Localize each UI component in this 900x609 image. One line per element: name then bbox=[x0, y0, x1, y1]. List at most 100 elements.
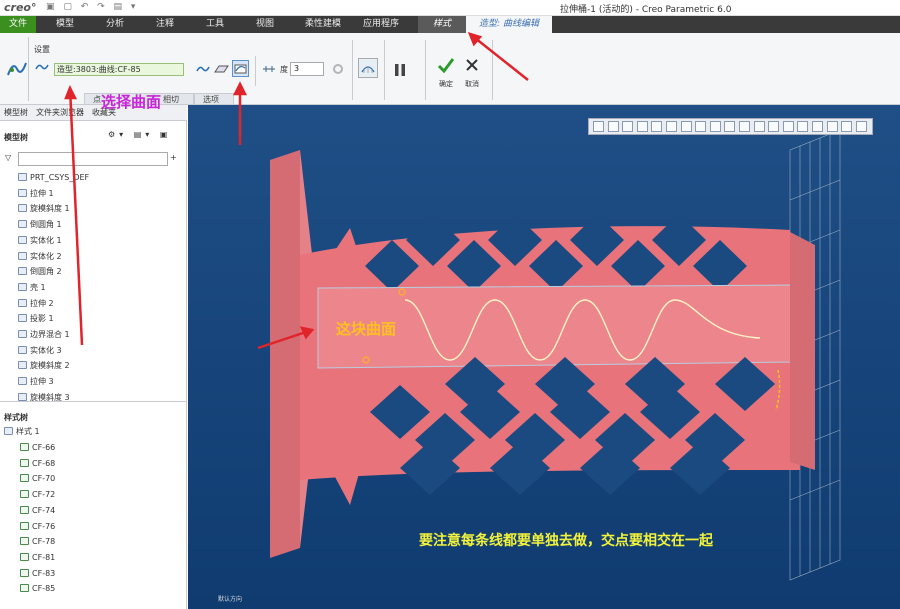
style-tree-item[interactable]: CF-83 bbox=[0, 567, 186, 581]
model-tree-item[interactable]: 倒圆角 2 bbox=[0, 265, 186, 279]
feature-icon bbox=[18, 251, 27, 260]
tree-tools-icon[interactable]: ⚙▾ ▤▾ ▣ bbox=[108, 130, 171, 139]
model-tree-item-label: 倒圆角 2 bbox=[30, 267, 62, 277]
feature-icon bbox=[18, 204, 27, 213]
style-tree-item[interactable]: CF-81 bbox=[0, 551, 186, 565]
left-flange bbox=[270, 150, 300, 558]
feature-icon bbox=[18, 361, 27, 370]
view-tool-icon[interactable] bbox=[812, 121, 823, 132]
model-tree-item[interactable]: 旋模斜度 2 bbox=[0, 359, 186, 373]
tab-analysis[interactable]: 分析 bbox=[96, 16, 134, 33]
feature-icon bbox=[18, 330, 27, 338]
tab-view[interactable]: 视图 bbox=[246, 16, 284, 33]
view-tool-icon[interactable] bbox=[622, 121, 634, 132]
tab-file[interactable]: 文件 bbox=[0, 16, 36, 33]
model-tree-item[interactable]: 倒圆角 1 bbox=[0, 218, 186, 232]
tree-filter-input[interactable] bbox=[18, 152, 168, 166]
curve-icon bbox=[20, 568, 29, 577]
model-tree-item-label: 实体化 2 bbox=[30, 251, 62, 261]
model-tree-item[interactable]: 旋模斜度 3 bbox=[0, 391, 186, 405]
model-tree-item[interactable]: 实体化 2 bbox=[0, 250, 186, 264]
style-tree-item[interactable]: CF-72 bbox=[0, 488, 186, 502]
tab-style[interactable]: 样式 bbox=[418, 16, 466, 33]
style-tree-item-label: CF-74 bbox=[32, 505, 56, 515]
style-tree-item[interactable]: CF-74 bbox=[0, 504, 186, 518]
style-root[interactable]: 样式 1 bbox=[0, 425, 186, 439]
style-icon bbox=[4, 427, 13, 435]
view-tool-icon[interactable] bbox=[636, 121, 648, 132]
view-tool-icon[interactable] bbox=[855, 121, 867, 132]
filter-icon[interactable]: ▽ bbox=[5, 153, 11, 162]
style-tree-item[interactable]: CF-70 bbox=[0, 472, 186, 486]
style-tree-item[interactable]: CF-66 bbox=[0, 441, 186, 455]
tab-folder-browser[interactable]: 文件夹浏览器 bbox=[32, 105, 88, 120]
view-tool-icon[interactable] bbox=[753, 121, 765, 132]
view-tool-icon[interactable] bbox=[739, 121, 750, 132]
curvature-analysis-icon[interactable] bbox=[358, 58, 378, 78]
view-tool-icon[interactable] bbox=[782, 121, 794, 132]
model-tree-item[interactable]: 拉伸 2 bbox=[0, 297, 186, 311]
view-tool-icon[interactable] bbox=[709, 121, 721, 132]
add-filter-icon[interactable]: + bbox=[170, 153, 177, 162]
ok-checkmark-icon[interactable] bbox=[437, 56, 455, 74]
tab-model[interactable]: 模型 bbox=[46, 16, 84, 33]
annotation-this-surface: 这块曲面 bbox=[336, 320, 397, 338]
model-tree-item-label: 拉伸 3 bbox=[30, 377, 54, 387]
curve-icon bbox=[20, 474, 29, 483]
view-tool-icon[interactable] bbox=[724, 121, 736, 132]
app-logo: creo° bbox=[4, 1, 37, 14]
model-tree-item[interactable]: 边界混合 1 bbox=[0, 328, 186, 342]
degree-spinner[interactable]: 3 bbox=[290, 62, 324, 76]
settings-label: 设置 bbox=[34, 45, 50, 54]
curve-icon bbox=[20, 552, 29, 561]
tab-tools[interactable]: 工具 bbox=[196, 16, 234, 33]
model-tree-item[interactable]: 实体化 1 bbox=[0, 234, 186, 248]
view-tool-icon[interactable] bbox=[768, 121, 780, 132]
ok-button-label[interactable]: 确定 bbox=[439, 79, 453, 89]
view-tool-icon[interactable] bbox=[826, 121, 838, 132]
style-tree-item[interactable]: CF-78 bbox=[0, 535, 186, 549]
curve-icon bbox=[20, 490, 29, 499]
control-point-icon[interactable] bbox=[262, 62, 276, 76]
view-tool-icon[interactable] bbox=[841, 121, 853, 132]
feature-icon bbox=[18, 267, 27, 276]
style-tree-item[interactable]: CF-68 bbox=[0, 457, 186, 471]
curve-edit-icon bbox=[7, 62, 27, 76]
quick-access-toolbar[interactable]: ▣ ▢ ↶ ↷ ▤ ▾ bbox=[46, 2, 138, 12]
pause-icon[interactable] bbox=[392, 62, 408, 78]
view-tool-icon[interactable] bbox=[666, 121, 677, 132]
view-tool-icon[interactable] bbox=[680, 121, 692, 132]
model-tree-item[interactable]: PRT_CSYS_DEF bbox=[0, 171, 186, 185]
right-end bbox=[790, 232, 815, 470]
model-tree-item[interactable]: 实体化 3 bbox=[0, 344, 186, 358]
view-tool-icon[interactable] bbox=[797, 121, 809, 132]
curve-reference-field[interactable]: 造型:3803:曲线:CF-85 bbox=[54, 63, 184, 76]
view-tool-icon[interactable] bbox=[695, 121, 707, 132]
style-tree-item[interactable]: CF-76 bbox=[0, 520, 186, 534]
plane-curve-icon[interactable] bbox=[213, 62, 229, 76]
model-tree-item[interactable]: 拉伸 1 bbox=[0, 187, 186, 201]
model-tree-item[interactable]: 拉伸 3 bbox=[0, 375, 186, 389]
tab-curve-edit[interactable]: 造型: 曲线编辑 bbox=[466, 16, 552, 33]
style-tree-item[interactable]: CF-85 bbox=[0, 582, 186, 596]
subtab-options[interactable]: 选项 bbox=[194, 93, 234, 105]
curve-on-surface-icon[interactable] bbox=[232, 60, 249, 77]
view-tool-icon[interactable] bbox=[593, 121, 604, 132]
tab-annotate[interactable]: 注释 bbox=[146, 16, 184, 33]
tab-applications[interactable]: 应用程序 bbox=[356, 16, 406, 33]
view-tool-icon[interactable] bbox=[651, 121, 663, 132]
model-tree-item[interactable]: 旋模斜度 1 bbox=[0, 202, 186, 216]
tab-model-tree[interactable]: 模型树 bbox=[0, 105, 32, 120]
annotation-select-surface: 选择曲面 bbox=[101, 93, 162, 111]
cancel-x-icon[interactable] bbox=[464, 57, 480, 73]
gear-icon[interactable] bbox=[330, 62, 346, 76]
model-tree-item-label: 实体化 3 bbox=[30, 345, 62, 355]
tab-flexible-modeling[interactable]: 柔性建模 bbox=[296, 16, 350, 33]
view-tool-icon[interactable] bbox=[607, 121, 619, 132]
style-root-label: 样式 1 bbox=[16, 427, 40, 436]
model-tree-item[interactable]: 壳 1 bbox=[0, 281, 186, 295]
cancel-button-label[interactable]: 取消 bbox=[465, 79, 479, 89]
free-curve-icon[interactable] bbox=[196, 62, 210, 76]
model-tree-item[interactable]: 投影 1 bbox=[0, 312, 186, 326]
feature-icon bbox=[18, 345, 27, 354]
